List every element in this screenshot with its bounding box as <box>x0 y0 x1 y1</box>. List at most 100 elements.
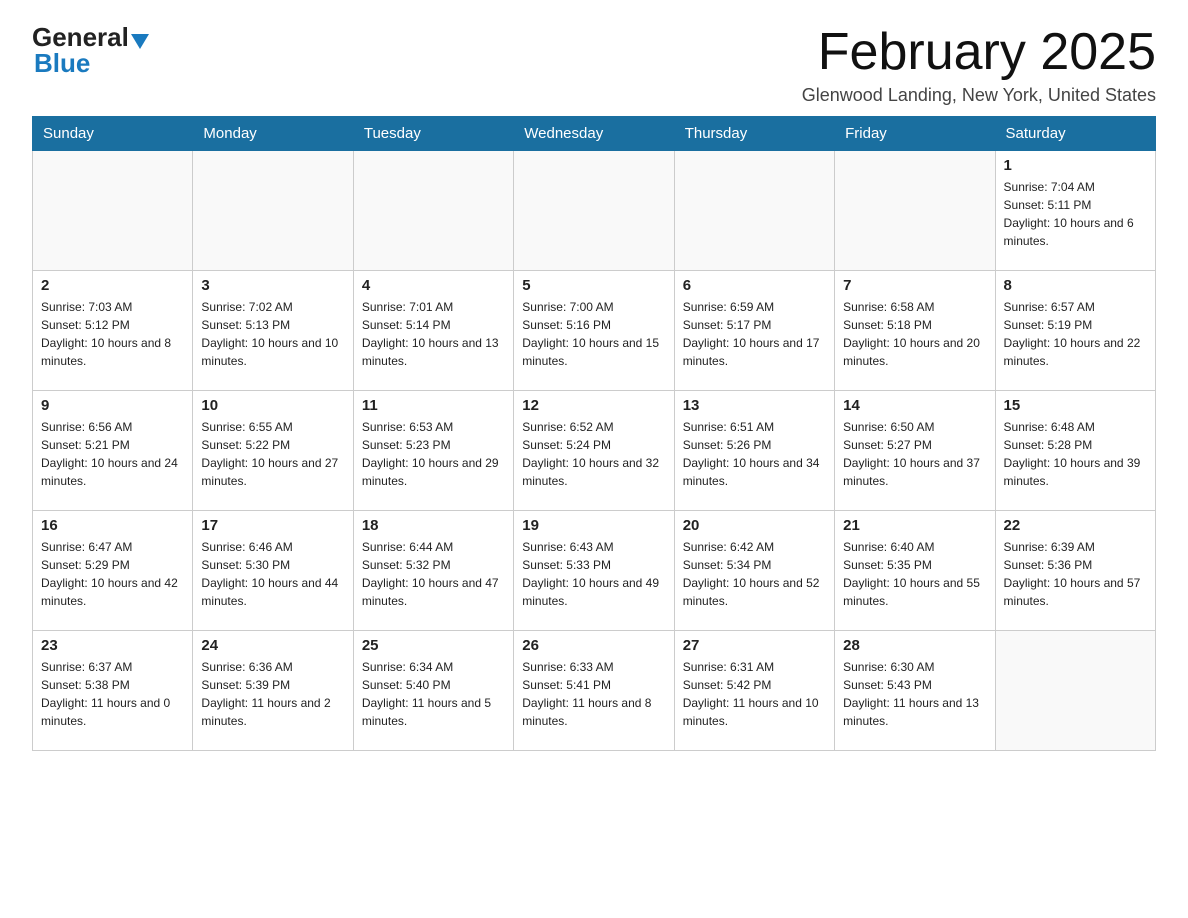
table-row <box>995 631 1155 751</box>
table-row <box>193 151 353 271</box>
table-row: 21 Sunrise: 6:40 AM Sunset: 5:35 PM Dayli… <box>835 511 995 631</box>
day-number: 17 <box>201 517 344 534</box>
table-row: 26 Sunrise: 6:33 AM Sunset: 5:41 PM Dayli… <box>514 631 674 751</box>
table-row: 2 Sunrise: 7:03 AM Sunset: 5:12 PM Daylig… <box>33 271 193 391</box>
table-row: 27 Sunrise: 6:31 AM Sunset: 5:42 PM Dayli… <box>674 631 834 751</box>
day-number: 14 <box>843 397 986 414</box>
day-info: Sunrise: 6:30 AM Sunset: 5:43 PM Dayligh… <box>843 658 986 730</box>
day-number: 24 <box>201 637 344 654</box>
day-info: Sunrise: 7:04 AM Sunset: 5:11 PM Dayligh… <box>1004 178 1147 250</box>
table-row: 5 Sunrise: 7:00 AM Sunset: 5:16 PM Daylig… <box>514 271 674 391</box>
day-number: 21 <box>843 517 986 534</box>
day-number: 25 <box>362 637 505 654</box>
col-thursday: Thursday <box>674 117 834 151</box>
day-info: Sunrise: 6:33 AM Sunset: 5:41 PM Dayligh… <box>522 658 665 730</box>
table-row: 14 Sunrise: 6:50 AM Sunset: 5:27 PM Dayli… <box>835 391 995 511</box>
day-info: Sunrise: 6:40 AM Sunset: 5:35 PM Dayligh… <box>843 538 986 610</box>
table-row: 6 Sunrise: 6:59 AM Sunset: 5:17 PM Daylig… <box>674 271 834 391</box>
table-row: 11 Sunrise: 6:53 AM Sunset: 5:23 PM Dayli… <box>353 391 513 511</box>
logo-general-text: General <box>32 24 129 50</box>
title-section: February 2025 Glenwood Landing, New York… <box>802 24 1156 106</box>
col-saturday: Saturday <box>995 117 1155 151</box>
day-info: Sunrise: 6:42 AM Sunset: 5:34 PM Dayligh… <box>683 538 826 610</box>
day-number: 1 <box>1004 157 1147 174</box>
table-row: 28Sunrise: 6:30 AM Sunset: 5:43 PM Dayli… <box>835 631 995 751</box>
calendar-table: Sunday Monday Tuesday Wednesday Thursday… <box>32 116 1156 751</box>
col-monday: Monday <box>193 117 353 151</box>
day-info: Sunrise: 6:55 AM Sunset: 5:22 PM Dayligh… <box>201 418 344 490</box>
table-row: 7Sunrise: 6:58 AM Sunset: 5:18 PM Daylig… <box>835 271 995 391</box>
calendar-week-row: 2 Sunrise: 7:03 AM Sunset: 5:12 PM Daylig… <box>33 271 1156 391</box>
day-info: Sunrise: 7:00 AM Sunset: 5:16 PM Dayligh… <box>522 298 665 370</box>
day-info: Sunrise: 6:39 AM Sunset: 5:36 PM Dayligh… <box>1004 538 1147 610</box>
day-info: Sunrise: 6:43 AM Sunset: 5:33 PM Dayligh… <box>522 538 665 610</box>
table-row: 12 Sunrise: 6:52 AM Sunset: 5:24 PM Dayli… <box>514 391 674 511</box>
day-info: Sunrise: 6:31 AM Sunset: 5:42 PM Dayligh… <box>683 658 826 730</box>
table-row <box>33 151 193 271</box>
day-number: 9 <box>41 397 184 414</box>
day-info: Sunrise: 6:48 AM Sunset: 5:28 PM Dayligh… <box>1004 418 1147 490</box>
table-row: 9Sunrise: 6:56 AM Sunset: 5:21 PM Daylig… <box>33 391 193 511</box>
day-number: 6 <box>683 277 826 294</box>
day-info: Sunrise: 7:03 AM Sunset: 5:12 PM Dayligh… <box>41 298 184 370</box>
table-row <box>514 151 674 271</box>
day-info: Sunrise: 6:59 AM Sunset: 5:17 PM Dayligh… <box>683 298 826 370</box>
day-info: Sunrise: 7:01 AM Sunset: 5:14 PM Dayligh… <box>362 298 505 370</box>
calendar-week-row: 16 Sunrise: 6:47 AM Sunset: 5:29 PM Dayli… <box>33 511 1156 631</box>
day-info: Sunrise: 6:50 AM Sunset: 5:27 PM Dayligh… <box>843 418 986 490</box>
day-info: Sunrise: 6:34 AM Sunset: 5:40 PM Dayligh… <box>362 658 505 730</box>
logo-triangle-icon <box>131 34 149 49</box>
day-number: 20 <box>683 517 826 534</box>
day-number: 2 <box>41 277 184 294</box>
day-number: 13 <box>683 397 826 414</box>
col-sunday: Sunday <box>33 117 193 151</box>
day-number: 3 <box>201 277 344 294</box>
table-row: 1 Sunrise: 7:04 AM Sunset: 5:11 PM Daylig… <box>995 151 1155 271</box>
calendar-header-row: Sunday Monday Tuesday Wednesday Thursday… <box>33 117 1156 151</box>
month-title: February 2025 <box>802 24 1156 81</box>
col-friday: Friday <box>835 117 995 151</box>
table-row: 24 Sunrise: 6:36 AM Sunset: 5:39 PM Dayli… <box>193 631 353 751</box>
day-number: 11 <box>362 397 505 414</box>
table-row: 22 Sunrise: 6:39 AM Sunset: 5:36 PM Dayli… <box>995 511 1155 631</box>
day-number: 22 <box>1004 517 1147 534</box>
day-number: 19 <box>522 517 665 534</box>
day-number: 5 <box>522 277 665 294</box>
day-info: Sunrise: 6:51 AM Sunset: 5:26 PM Dayligh… <box>683 418 826 490</box>
col-tuesday: Tuesday <box>353 117 513 151</box>
table-row: 15 Sunrise: 6:48 AM Sunset: 5:28 PM Dayli… <box>995 391 1155 511</box>
day-info: Sunrise: 6:53 AM Sunset: 5:23 PM Dayligh… <box>362 418 505 490</box>
logo-blue-text: Blue <box>32 48 90 79</box>
day-info: Sunrise: 6:47 AM Sunset: 5:29 PM Dayligh… <box>41 538 184 610</box>
day-info: Sunrise: 7:02 AM Sunset: 5:13 PM Dayligh… <box>201 298 344 370</box>
table-row: 17 Sunrise: 6:46 AM Sunset: 5:30 PM Dayli… <box>193 511 353 631</box>
day-info: Sunrise: 6:52 AM Sunset: 5:24 PM Dayligh… <box>522 418 665 490</box>
day-number: 26 <box>522 637 665 654</box>
table-row: 13 Sunrise: 6:51 AM Sunset: 5:26 PM Dayli… <box>674 391 834 511</box>
day-info: Sunrise: 6:36 AM Sunset: 5:39 PM Dayligh… <box>201 658 344 730</box>
day-number: 15 <box>1004 397 1147 414</box>
day-info: Sunrise: 6:44 AM Sunset: 5:32 PM Dayligh… <box>362 538 505 610</box>
calendar-week-row: 9Sunrise: 6:56 AM Sunset: 5:21 PM Daylig… <box>33 391 1156 511</box>
day-number: 23 <box>41 637 184 654</box>
day-number: 16 <box>41 517 184 534</box>
table-row: 25 Sunrise: 6:34 AM Sunset: 5:40 PM Dayli… <box>353 631 513 751</box>
day-info: Sunrise: 6:37 AM Sunset: 5:38 PM Dayligh… <box>41 658 184 730</box>
table-row <box>835 151 995 271</box>
table-row: 18Sunrise: 6:44 AM Sunset: 5:32 PM Dayli… <box>353 511 513 631</box>
table-row: 19 Sunrise: 6:43 AM Sunset: 5:33 PM Dayli… <box>514 511 674 631</box>
col-wednesday: Wednesday <box>514 117 674 151</box>
day-number: 4 <box>362 277 505 294</box>
location-subtitle: Glenwood Landing, New York, United State… <box>802 85 1156 106</box>
table-row: 16 Sunrise: 6:47 AM Sunset: 5:29 PM Dayli… <box>33 511 193 631</box>
day-info: Sunrise: 6:46 AM Sunset: 5:30 PM Dayligh… <box>201 538 344 610</box>
day-number: 12 <box>522 397 665 414</box>
table-row: 8Sunrise: 6:57 AM Sunset: 5:19 PM Daylig… <box>995 271 1155 391</box>
table-row: 4 Sunrise: 7:01 AM Sunset: 5:14 PM Daylig… <box>353 271 513 391</box>
table-row: 10Sunrise: 6:55 AM Sunset: 5:22 PM Dayli… <box>193 391 353 511</box>
day-number: 27 <box>683 637 826 654</box>
table-row: 20 Sunrise: 6:42 AM Sunset: 5:34 PM Dayli… <box>674 511 834 631</box>
table-row <box>674 151 834 271</box>
table-row: 3 Sunrise: 7:02 AM Sunset: 5:13 PM Daylig… <box>193 271 353 391</box>
day-number: 8 <box>1004 277 1147 294</box>
